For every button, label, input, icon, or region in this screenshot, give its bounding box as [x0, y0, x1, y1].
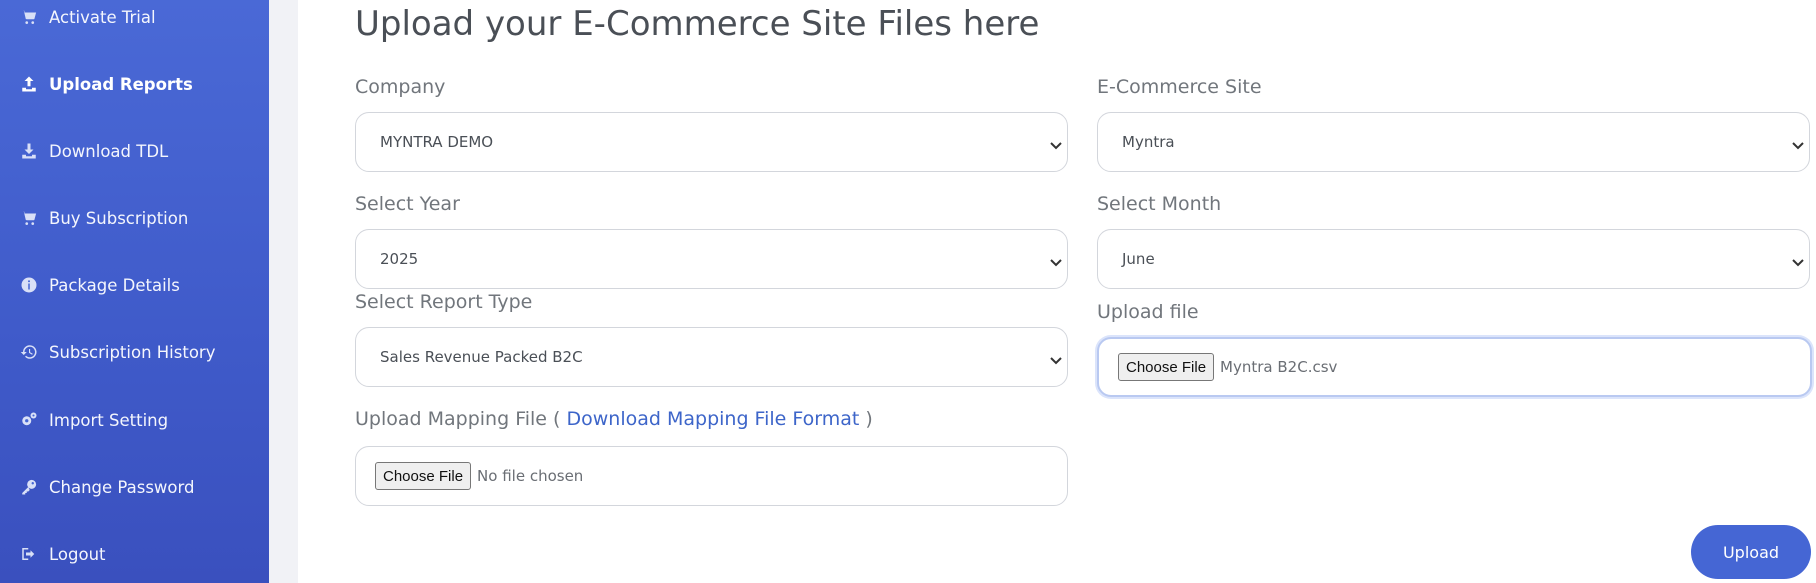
month-select[interactable]: June: [1097, 229, 1810, 289]
sidebar: Activate Trial Upload Reports Download T…: [0, 0, 269, 583]
upload-icon: [19, 74, 39, 94]
chevron-down-icon: [1049, 139, 1063, 153]
site-label: E-Commerce Site: [1097, 76, 1262, 98]
report-type-select-value: Sales Revenue Packed B2C: [380, 348, 583, 366]
main-content: Upload your E-Commerce Site Files here C…: [298, 0, 1816, 583]
logout-icon: [19, 544, 39, 564]
sidebar-item-download-tdl[interactable]: Download TDL: [0, 131, 269, 171]
choose-mapping-file-button[interactable]: Choose File: [375, 462, 472, 490]
sidebar-item-label: Logout: [49, 544, 106, 564]
choose-file-button[interactable]: Choose File: [1118, 353, 1215, 381]
sidebar-item-label: Subscription History: [49, 342, 216, 362]
sidebar-item-label: Upload Reports: [49, 74, 193, 94]
upload-file-input[interactable]: Choose File Myntra B2C.csv: [1097, 337, 1812, 397]
company-label: Company: [355, 76, 446, 98]
download-mapping-format-link[interactable]: Download Mapping File Format: [566, 408, 859, 430]
upload-file-label: Upload file: [1097, 301, 1199, 323]
report-type-select[interactable]: Sales Revenue Packed B2C: [355, 327, 1068, 387]
year-label: Select Year: [355, 193, 460, 215]
mapping-file-name: No file chosen: [477, 467, 584, 485]
report-type-label: Select Report Type: [355, 291, 533, 313]
sidebar-item-label: Import Setting: [49, 410, 169, 430]
sidebar-item-subscription-history[interactable]: Subscription History: [0, 332, 269, 372]
company-select-value: MYNTRA DEMO: [380, 133, 494, 151]
history-icon: [19, 342, 39, 362]
sidebar-item-change-password[interactable]: Change Password: [0, 467, 269, 507]
chevron-down-icon: [1791, 139, 1805, 153]
key-icon: [19, 477, 39, 497]
sidebar-item-upload-reports[interactable]: Upload Reports: [0, 64, 269, 104]
month-select-value: June: [1122, 250, 1155, 268]
cart-icon: [19, 208, 39, 228]
sidebar-item-label: Change Password: [49, 477, 195, 497]
sidebar-item-label: Package Details: [49, 275, 180, 295]
site-select[interactable]: Myntra: [1097, 112, 1810, 172]
cart-icon: [19, 7, 39, 27]
sidebar-item-label: Activate Trial: [49, 7, 156, 27]
year-select-value: 2025: [380, 250, 419, 268]
sidebar-item-label: Download TDL: [49, 141, 169, 161]
chevron-down-icon: [1791, 256, 1805, 270]
download-icon: [19, 141, 39, 161]
sidebar-item-logout[interactable]: Logout: [0, 534, 269, 574]
sidebar-item-activate-trial[interactable]: Activate Trial: [0, 0, 269, 37]
sidebar-item-package-details[interactable]: Package Details: [0, 265, 269, 305]
site-select-value: Myntra: [1122, 133, 1175, 151]
company-select[interactable]: MYNTRA DEMO: [355, 112, 1068, 172]
mapping-file-input[interactable]: Choose File No file chosen: [355, 446, 1068, 506]
content-gutter: [269, 0, 298, 583]
chevron-down-icon: [1049, 354, 1063, 368]
page-title: Upload your E-Commerce Site Files here: [355, 4, 1040, 44]
gears-icon: [19, 410, 39, 430]
info-icon: [19, 275, 39, 295]
sidebar-item-buy-subscription[interactable]: Buy Subscription: [0, 198, 269, 238]
mapping-file-label-suffix: ): [865, 408, 873, 430]
mapping-file-label-prefix: Upload Mapping File (: [355, 408, 561, 430]
selected-file-name: Myntra B2C.csv: [1220, 358, 1338, 376]
mapping-file-label: Upload Mapping File ( Download Mapping F…: [355, 408, 873, 430]
sidebar-item-label: Buy Subscription: [49, 208, 189, 228]
year-select[interactable]: 2025: [355, 229, 1068, 289]
sidebar-item-import-setting[interactable]: Import Setting: [0, 400, 269, 440]
month-label: Select Month: [1097, 193, 1222, 215]
chevron-down-icon: [1049, 256, 1063, 270]
upload-button[interactable]: Upload: [1691, 525, 1811, 579]
